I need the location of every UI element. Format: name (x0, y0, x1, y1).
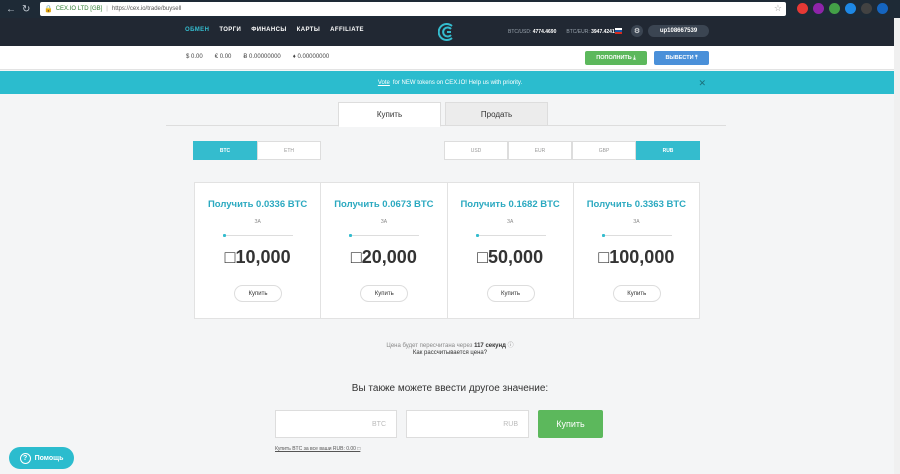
deposit-button[interactable]: ПОПОЛНИТЬ ⤓ (585, 51, 647, 65)
extension-icon[interactable] (829, 3, 840, 14)
extension-icon[interactable] (845, 3, 856, 14)
menu-item-finance[interactable]: ФИНАНСЫ (251, 27, 286, 33)
browser-toolbar: ← ↻ 🔒 CEX.IO LTD [GB] | https://cex.io/t… (0, 0, 900, 18)
browser-nav: ← ↻ (0, 4, 36, 15)
tab-buy[interactable]: Купить (338, 102, 441, 127)
card-price: □100,000 (598, 247, 675, 267)
toggle-rub[interactable]: RUB (636, 141, 700, 160)
fiat-toggle: USD EUR GBP RUB (444, 141, 700, 160)
preset-card: Получить 0.0673 BTC ЗА □20,000 Купить (321, 183, 448, 318)
extension-icon[interactable] (877, 3, 888, 14)
upload-icon: ⤒ (695, 54, 698, 61)
card-buy-button[interactable]: Купить (234, 285, 282, 302)
balance-btc: Ƀ 0.00000000 (243, 54, 281, 60)
card-divider (601, 234, 672, 237)
menu-item-exchange[interactable]: ОБМЕН (185, 27, 209, 33)
reload-icon[interactable]: ↻ (22, 4, 30, 15)
card-buy-button[interactable]: Купить (612, 285, 661, 302)
card-divider (223, 234, 293, 237)
card-buy-button[interactable]: Купить (486, 285, 535, 302)
settings-gear-icon[interactable]: ⚙ (631, 25, 643, 37)
toggle-btc[interactable]: BTC (193, 141, 257, 160)
rate-btc-eur: BTC/EUR: 3947.4241 (566, 29, 615, 35)
toggle-usd[interactable]: USD (444, 141, 508, 160)
card-for-label: ЗА (380, 219, 388, 225)
account-button[interactable]: up108667539 (648, 25, 709, 37)
help-button[interactable]: ? Помощь (9, 447, 74, 469)
card-divider (349, 234, 420, 237)
card-for-label: ЗА (633, 219, 640, 225)
card-receive-amount: Получить 0.3363 BTC (586, 199, 687, 210)
withdraw-button[interactable]: ВЫВЕСТИ ⤒ (654, 51, 709, 65)
balance-eth: ♦ 0.00000000 (292, 54, 330, 60)
preset-card: Получить 0.1682 BTC ЗА □50,000 Купить (448, 183, 574, 318)
card-receive-amount: Получить 0.0673 BTC (334, 199, 434, 210)
back-icon[interactable]: ← (6, 4, 16, 15)
vote-link[interactable]: Vote (378, 80, 390, 86)
menu-item-cards[interactable]: КАРТЫ (297, 27, 320, 33)
preset-card: Получить 0.3363 BTC ЗА □100,000 Купить (574, 183, 699, 318)
extension-icon[interactable] (797, 3, 808, 14)
buy-sell-tabs: Купить Продать (338, 102, 548, 127)
rate-btc-usd: BTC/USD: 4774.4690 (508, 29, 557, 35)
custom-buy-button[interactable]: Купить (538, 410, 603, 438)
promo-banner: Vote for NEW tokens on CEX.IO! Help us w… (0, 71, 900, 94)
extension-icon[interactable] (861, 3, 872, 14)
balance-eur: € 0.00 (214, 54, 232, 60)
info-icon[interactable]: ⓘ (508, 343, 514, 349)
preset-cards: Получить 0.0336 BTC ЗА □10,000 Купить По… (194, 182, 700, 319)
bookmark-star-icon[interactable]: ☆ (774, 3, 782, 14)
banner-text: for NEW tokens on CEX.IO! Help us with p… (392, 79, 523, 86)
card-divider (475, 234, 546, 237)
preset-card: Получить 0.0336 BTC ЗА □10,000 Купить (195, 183, 322, 318)
lock-icon: 🔒 (44, 6, 53, 13)
cex-logo-icon[interactable] (438, 22, 458, 42)
rates: BTC/USD: 4774.4690 BTC/EUR: 3947.4241 (508, 29, 615, 35)
address-bar[interactable]: 🔒 CEX.IO LTD [GB] | https://cex.io/trade… (40, 2, 786, 16)
toggle-gbp[interactable]: GBP (572, 141, 636, 160)
menu-item-affiliate[interactable]: AFFILIATE (330, 27, 364, 33)
card-receive-amount: Получить 0.1682 BTC (460, 199, 560, 210)
recalc-timer: Цена будет пересчитана через 117 секунд … (386, 343, 514, 349)
extension-icon[interactable] (813, 3, 824, 14)
balance-bar: $ 0.00 € 0.00 Ƀ 0.00000000 ♦ 0.00000000 … (0, 46, 900, 70)
site-identity: CEX.IO LTD [GB] (55, 6, 103, 12)
toggle-eur[interactable]: EUR (508, 141, 572, 160)
toggle-eth[interactable]: ETH (257, 141, 321, 160)
url-text[interactable]: https://cex.io/trade/buysell (112, 6, 181, 12)
card-for-label: ЗА (506, 219, 514, 225)
scrollbar[interactable] (894, 18, 900, 474)
how-price-link[interactable]: Как рассчитывается цена? (0, 350, 900, 356)
card-price: □50,000 (477, 247, 544, 267)
buy-all-link[interactable]: Купить BTC за все ваши RUB: 0.00 □ (275, 446, 360, 452)
menu-item-trade[interactable]: ТОРГИ (219, 27, 241, 33)
custom-amount-heading: Вы также можете ввести другое значение: (351, 383, 549, 394)
crypto-toggle: BTC ETH (193, 141, 321, 160)
russia-flag-icon[interactable] (615, 28, 622, 34)
recalc-seconds: 117 секунд (474, 343, 506, 349)
close-icon[interactable]: ✕ (698, 78, 706, 89)
download-icon: ⤓ (633, 54, 636, 61)
main-menu: ОБМЕН ТОРГИ ФИНАНСЫ КАРТЫ AFFILIATE (185, 27, 364, 33)
tab-sell[interactable]: Продать (445, 102, 548, 126)
card-price: □10,000 (224, 247, 291, 267)
site-header: ОБМЕН ТОРГИ ФИНАНСЫ КАРТЫ AFFILIATE BTC/… (0, 18, 900, 46)
card-receive-amount: Получить 0.0336 BTC (207, 199, 308, 210)
btc-amount-input[interactable]: BTC (275, 410, 397, 438)
balance-usd: $ 0.00 (186, 54, 203, 60)
card-for-label: ЗА (254, 219, 261, 225)
question-icon: ? (19, 452, 31, 464)
card-price: □20,000 (350, 247, 417, 267)
rub-amount-input[interactable]: RUB (406, 410, 529, 438)
card-buy-button[interactable]: Купить (360, 285, 409, 302)
balances: $ 0.00 € 0.00 Ƀ 0.00000000 ♦ 0.00000000 (186, 54, 329, 60)
